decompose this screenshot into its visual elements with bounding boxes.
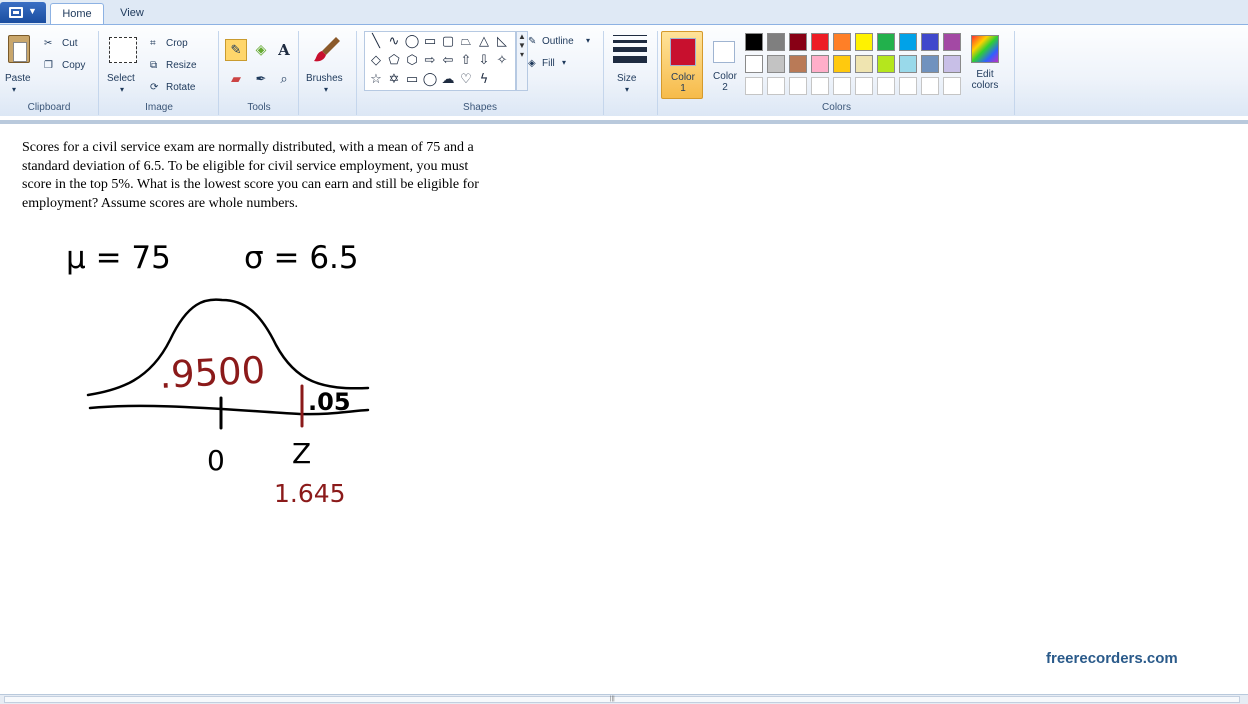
zero-label: 0 — [207, 444, 225, 477]
handwritten-sketch: μ = 75 σ = 6.5 .9500 .05 0 Z 1.645 — [66, 240, 370, 508]
watermark: freerecorders.com — [1046, 650, 1178, 667]
horizontal-scrollbar[interactable]: ||| — [0, 694, 1248, 704]
stdev-equation: σ = 6.5 — [244, 240, 359, 276]
scrollbar-grip-icon: ||| — [610, 696, 615, 702]
area-left-label: .9500 — [158, 349, 266, 397]
z-value: 1.645 — [274, 479, 346, 508]
z-label: Z — [292, 437, 311, 470]
area-right-label: .05 — [308, 388, 351, 416]
mean-equation: μ = 75 — [66, 240, 171, 276]
scrollbar-thumb[interactable] — [4, 696, 1240, 703]
